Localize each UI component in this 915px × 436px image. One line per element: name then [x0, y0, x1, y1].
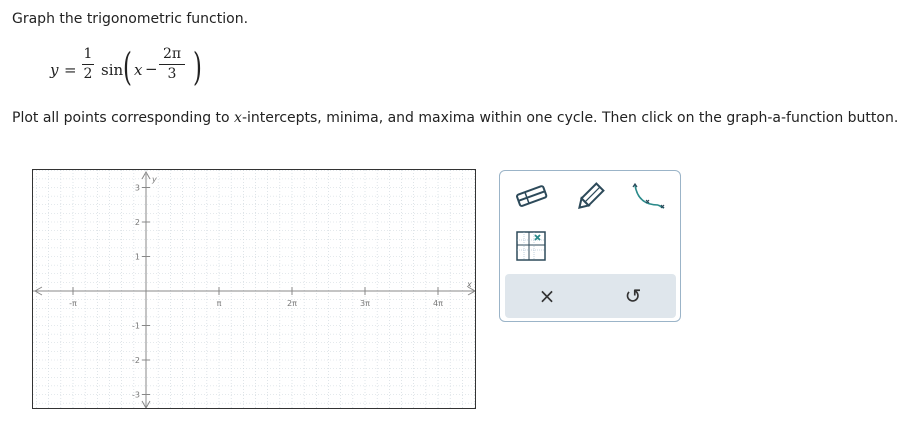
equation-var: x: [134, 61, 143, 79]
equation-minus: −: [145, 60, 158, 78]
eraser-icon[interactable]: [514, 181, 550, 213]
x-axis-label: x: [466, 280, 472, 289]
graph-toolbox: × ↺: [499, 170, 681, 322]
curve-icon[interactable]: [630, 181, 670, 213]
y-tick-label: -3: [132, 391, 140, 400]
undo-button[interactable]: ↺: [617, 280, 649, 312]
plot-points-icon[interactable]: [516, 231, 546, 261]
y-tick-label: -1: [132, 322, 140, 331]
question-title: Graph the trigonometric function.: [12, 11, 249, 27]
amplitude-numerator: 1: [83, 46, 93, 62]
equation-func: sin: [101, 61, 124, 79]
phase-numerator: 2π: [162, 46, 182, 62]
instruction-text: Plot all points corresponding to x-inter…: [12, 110, 899, 126]
left-paren: (: [122, 45, 132, 89]
equation-equals: =: [64, 61, 77, 79]
y-axis-label: y: [151, 175, 157, 184]
amplitude-fraction: 1 2: [82, 46, 94, 83]
x-tick-label: 4π: [433, 299, 443, 308]
phase-denominator: 3: [167, 66, 177, 82]
x-tick-label: π: [217, 299, 222, 308]
graph-area[interactable]: x y -π π 2π 3π 4π 3 2 1 -1 -2 -3: [32, 169, 476, 409]
phase-fraction: 2π 3: [159, 46, 185, 83]
x-tick-label: -π: [69, 299, 77, 308]
x-tick-label: 3π: [360, 299, 370, 308]
clear-button[interactable]: ×: [531, 280, 563, 312]
y-tick-label: 2: [135, 218, 140, 227]
action-bar: × ↺: [505, 274, 676, 318]
right-paren: ): [192, 45, 202, 89]
coordinate-grid[interactable]: x y -π π 2π 3π 4π 3 2 1 -1 -2 -3: [33, 170, 476, 409]
x-tick-label: 2π: [287, 299, 297, 308]
amplitude-denominator: 2: [83, 66, 93, 82]
equation-lhs: y: [50, 61, 59, 79]
pencil-icon[interactable]: [574, 181, 606, 213]
y-tick-label: -2: [132, 356, 140, 365]
y-tick-label: 1: [135, 253, 140, 262]
function-equation: y = 1 2 sin ( x − 2π 3 ): [50, 45, 210, 95]
y-tick-label: 3: [135, 184, 140, 193]
